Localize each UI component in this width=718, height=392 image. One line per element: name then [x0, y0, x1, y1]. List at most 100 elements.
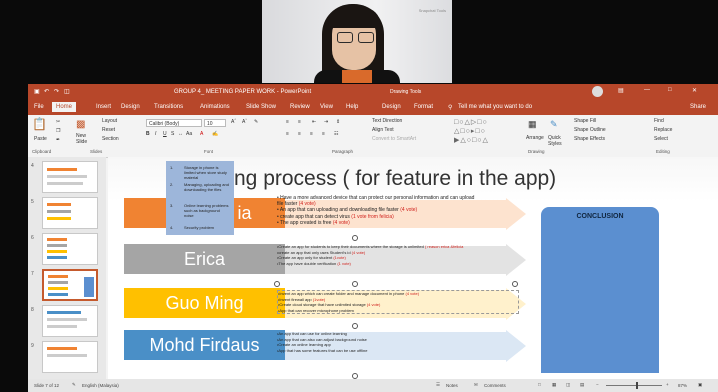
share-button[interactable]: Share	[690, 104, 706, 110]
comments-button[interactable]: Comments	[484, 383, 506, 388]
notes-button[interactable]: Notes	[446, 383, 458, 388]
tab-help[interactable]: Help	[346, 104, 358, 110]
font-name-select[interactable]: Calibri (Body)	[146, 119, 202, 127]
name-box-guo-ming[interactable]: Guo Ming	[124, 288, 285, 318]
line-spacing-icon[interactable]: ⇕	[336, 119, 340, 125]
replace-button[interactable]: Replace	[654, 127, 672, 133]
align-text-button[interactable]: Align Text	[372, 127, 394, 133]
quick-styles-button[interactable]: Quick Styles	[548, 135, 568, 147]
shapes-gallery[interactable]: □○△▷□○ △□○▸□○ ▶△○□○△	[454, 118, 518, 146]
slide-thumbnail[interactable]	[42, 341, 98, 373]
normal-view-icon[interactable]: □	[538, 382, 541, 387]
align-left-icon[interactable]: ≡	[286, 131, 289, 137]
redo-icon[interactable]: ↷	[54, 88, 59, 95]
tab-insert[interactable]: Insert	[96, 104, 111, 110]
highlight-icon[interactable]: ✍	[212, 131, 218, 137]
change-case-icon[interactable]: Aa	[186, 131, 192, 137]
zoom-level[interactable]: 87%	[678, 383, 687, 388]
arrange-icon[interactable]: ▦	[528, 119, 537, 130]
comments-icon[interactable]: ✉	[474, 382, 478, 388]
bold-icon[interactable]: B	[146, 131, 150, 137]
zoom-in-icon[interactable]: +	[666, 382, 669, 387]
slide-thumbnail-selected[interactable]	[42, 269, 98, 301]
numbering-icon[interactable]: ≡	[298, 119, 301, 125]
tab-slide-show[interactable]: Slide Show	[246, 104, 276, 110]
sticky-note[interactable]: 1. Storage in phone is limited when stor…	[166, 161, 234, 235]
tab-file[interactable]: File	[34, 104, 44, 110]
save-icon[interactable]: ▣	[34, 88, 40, 95]
zoom-slider-thumb[interactable]	[636, 382, 638, 389]
cut-icon[interactable]: ✂	[56, 119, 60, 125]
copy-icon[interactable]: ❐	[56, 128, 60, 134]
find-button[interactable]: Find	[654, 118, 664, 124]
selection-handle[interactable]	[352, 235, 358, 241]
bullets-icon[interactable]: ≡	[286, 119, 289, 125]
name-box-erica[interactable]: Erica	[124, 244, 285, 274]
slide-thumbnail[interactable]	[42, 233, 98, 265]
shape-effects-button[interactable]: Shape Effects	[574, 136, 605, 142]
italic-icon[interactable]: I	[155, 131, 156, 137]
language-indicator[interactable]: English (Malaysia)	[82, 383, 119, 388]
selection-handle[interactable]	[274, 281, 280, 287]
conclusion-box[interactable]: CONCLUSION	[541, 207, 659, 373]
notes-icon[interactable]: ☰	[436, 382, 440, 388]
bullets-row-2[interactable]: •Create an app for students to keep thei…	[277, 244, 517, 266]
slideshow-view-icon[interactable]: ▤	[580, 382, 584, 388]
spellcheck-icon[interactable]: ✎	[72, 382, 76, 388]
layout-button[interactable]: Layout	[102, 118, 117, 124]
bullets-row-1[interactable]: • Have a more advanced device that can p…	[277, 195, 482, 226]
strikethrough-icon[interactable]: S	[171, 131, 174, 137]
start-slideshow-icon[interactable]: ◫	[64, 88, 70, 95]
zoom-slider[interactable]	[606, 385, 662, 386]
tab-animations[interactable]: Animations	[200, 104, 230, 110]
paste-button[interactable]: Paste	[34, 136, 47, 142]
section-button[interactable]: Section	[102, 136, 119, 142]
selection-handle[interactable]	[352, 281, 358, 287]
font-color-icon[interactable]: A	[200, 131, 203, 137]
tab-review[interactable]: Review	[290, 104, 310, 110]
convert-smartart-button[interactable]: Convert to SmartArt	[372, 136, 416, 142]
selection-handle[interactable]	[352, 323, 358, 329]
bullets-row-4[interactable]: •An app that can use for online learning…	[277, 331, 517, 353]
tab-design[interactable]: Design	[121, 104, 140, 110]
tab-transitions[interactable]: Transitions	[154, 104, 183, 110]
slide-thumbnail[interactable]	[42, 197, 98, 229]
new-slide-button[interactable]: New Slide	[76, 133, 96, 145]
underline-icon[interactable]: U	[163, 131, 167, 137]
tab-format[interactable]: Format	[414, 104, 433, 110]
bullets-row-3[interactable]: •Invent an app which can create folder a…	[277, 290, 519, 314]
tab-view[interactable]: View	[320, 104, 333, 110]
tab-home[interactable]: Home	[52, 102, 77, 112]
increase-indent-icon[interactable]: ⇥	[324, 119, 328, 125]
reset-button[interactable]: Reset	[102, 127, 115, 133]
quick-styles-icon[interactable]: ✎	[550, 119, 558, 130]
undo-icon[interactable]: ↶	[44, 88, 49, 95]
justify-icon[interactable]: ≡	[322, 131, 325, 137]
tell-me-search[interactable]: Tell me what you want to do	[458, 104, 532, 110]
slide-thumbnail[interactable]	[42, 305, 98, 337]
font-size-select[interactable]: 10	[204, 119, 226, 127]
maximize-icon[interactable]: □	[668, 87, 672, 93]
ribbon-display-icon[interactable]: ▤	[618, 87, 624, 94]
decrease-indent-icon[interactable]: ⇤	[312, 119, 316, 125]
close-icon[interactable]: ✕	[692, 87, 697, 94]
slide-sorter-icon[interactable]: ▦	[552, 382, 556, 388]
slide-canvas[interactable]: ng process ( for feature in the app) ia …	[108, 157, 718, 379]
grow-font-icon[interactable]: Aˆ	[231, 119, 236, 125]
zoom-out-icon[interactable]: −	[596, 382, 599, 387]
slide-title[interactable]: ng process ( for feature in the app)	[234, 167, 556, 191]
slide-thumbnail[interactable]	[42, 161, 98, 193]
paste-icon[interactable]: 📋	[32, 117, 47, 131]
new-slide-icon[interactable]: ▩	[76, 119, 85, 130]
avatar[interactable]	[592, 86, 603, 97]
shrink-font-icon[interactable]: Aˇ	[242, 119, 247, 125]
char-spacing-icon[interactable]: ↔	[178, 131, 183, 137]
columns-icon[interactable]: ☷	[334, 131, 338, 137]
minimize-icon[interactable]: —	[644, 87, 650, 93]
align-center-icon[interactable]: ≡	[298, 131, 301, 137]
name-box-mohd-firdaus[interactable]: Mohd Firdaus	[124, 330, 285, 360]
format-painter-icon[interactable]: ✒	[56, 137, 60, 143]
shape-outline-button[interactable]: Shape Outline	[574, 127, 606, 133]
tab-shape-design[interactable]: Design	[382, 104, 401, 110]
clear-format-icon[interactable]: ✎	[254, 119, 258, 125]
